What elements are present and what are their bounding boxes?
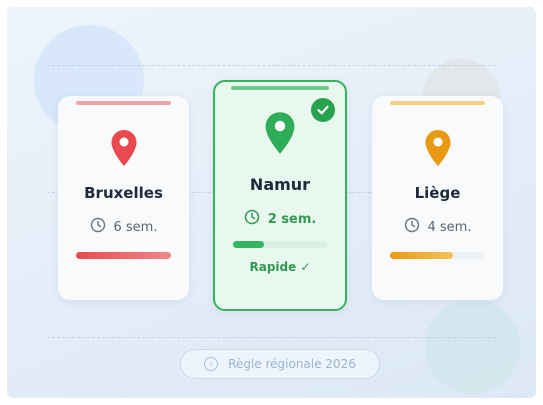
info-icon: i (204, 357, 219, 371)
progress-track (76, 252, 171, 259)
duration-label: 6 sem. (113, 219, 158, 235)
city-name: Liège (414, 184, 461, 202)
decorative-circle (425, 299, 520, 394)
speed-badge: Rapide ✓ (249, 260, 311, 274)
city-card-liege[interactable]: Liège 4 sem. (372, 96, 503, 300)
city-card-namur[interactable]: Namur 2 sem. Rapide ✓ (213, 80, 347, 311)
progress-track (390, 252, 485, 259)
checkmark-circle-icon (311, 98, 335, 122)
progress-fill (233, 241, 265, 248)
card-accent-bar (76, 101, 171, 105)
card-accent-bar (390, 101, 485, 105)
clock-icon (90, 217, 106, 237)
dashed-guide (47, 65, 496, 66)
duration-row: 6 sem. (58, 217, 189, 237)
scene-background: Bruxelles 6 sem. Namur 2 sem. Rapide ✓ L… (7, 7, 536, 398)
city-card-bruxelles[interactable]: Bruxelles 6 sem. (58, 96, 189, 300)
map-pin-icon (425, 130, 451, 170)
regional-rule-chip[interactable]: i Règle régionale 2026 (180, 349, 380, 379)
map-pin-icon (111, 130, 137, 170)
city-name: Namur (249, 175, 311, 194)
clock-icon (404, 217, 420, 237)
duration-row: 4 sem. (372, 217, 503, 237)
progress-fill (76, 252, 171, 259)
dashed-guide (47, 337, 496, 338)
duration-label: 4 sem. (427, 219, 472, 235)
card-accent-bar (231, 86, 329, 90)
regional-rule-label: Règle régionale 2026 (228, 357, 356, 371)
duration-label: 2 sem. (267, 211, 317, 227)
progress-fill (390, 252, 453, 259)
clock-icon (244, 209, 260, 229)
map-pin-icon (265, 112, 295, 158)
duration-row: 2 sem. (215, 209, 345, 229)
city-name: Bruxelles (84, 184, 163, 202)
progress-track (233, 241, 327, 248)
